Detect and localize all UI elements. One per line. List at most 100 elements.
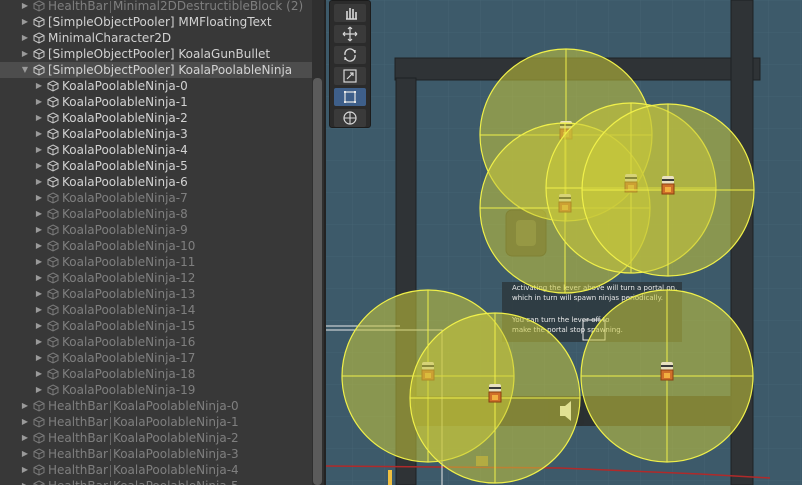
hierarchy-row[interactable]: ▼ [SimpleObjectPooler] KoalaPoolableNinja: [0, 62, 312, 78]
expand-arrow-icon[interactable]: ▶: [34, 110, 44, 126]
expand-arrow-icon[interactable]: ▶: [34, 334, 44, 350]
hierarchy-row[interactable]: ▶ HealthBar KoalaPoolableNinja-4: [0, 462, 312, 478]
scale-button[interactable]: [334, 67, 366, 85]
hierarchy-row[interactable]: ▶ KoalaPoolableNinja-12: [0, 270, 312, 286]
expand-arrow-icon[interactable]: ▶: [34, 190, 44, 206]
expand-arrow-icon[interactable]: ▶: [34, 302, 44, 318]
hierarchy-tree[interactable]: ▶ HealthBar Minimal2DDestructibleBlock (2)…: [0, 0, 312, 485]
expand-arrow-icon[interactable]: ▶: [20, 430, 30, 446]
hierarchy-row[interactable]: ▶ KoalaPoolableNinja-8: [0, 206, 312, 222]
hierarchy-row[interactable]: ▶ KoalaPoolableNinja-19: [0, 382, 312, 398]
hierarchy-row-label: KoalaPoolableNinja-13: [62, 286, 195, 302]
expand-arrow-icon[interactable]: ▶: [20, 478, 30, 485]
hierarchy-row-text: [SimpleObjectPooler] MMFloatingText: [48, 15, 272, 29]
gameobject-cube-icon: [47, 128, 59, 140]
hierarchy-row-text: KoalaPoolableNinja-3: [112, 447, 239, 461]
hierarchy-row-text: KoalaPoolableNinja-4: [112, 463, 239, 477]
hierarchy-row[interactable]: ▶ KoalaPoolableNinja-9: [0, 222, 312, 238]
expand-arrow-icon[interactable]: ▶: [34, 318, 44, 334]
hierarchy-row[interactable]: ▶ [SimpleObjectPooler] MMFloatingText: [0, 14, 312, 30]
expand-arrow-icon[interactable]: ▶: [34, 206, 44, 222]
hierarchy-row-label: KoalaPoolableNinja-10: [62, 238, 195, 254]
rect-tool-button[interactable]: [334, 88, 366, 106]
expand-arrow-icon[interactable]: ▶: [34, 350, 44, 366]
expand-arrow-open-icon[interactable]: ▼: [20, 62, 30, 78]
scene-toolbar: [329, 0, 371, 128]
gameobject-cube-icon: [47, 384, 59, 396]
rotate-button[interactable]: [334, 46, 366, 64]
expand-arrow-icon[interactable]: ▶: [34, 158, 44, 174]
hierarchy-row[interactable]: ▶ KoalaPoolableNinja-13: [0, 286, 312, 302]
hierarchy-row[interactable]: ▶ KoalaPoolableNinja-15: [0, 318, 312, 334]
expand-arrow-icon[interactable]: ▶: [34, 222, 44, 238]
expand-arrow-icon[interactable]: ▶: [34, 270, 44, 286]
expand-arrow-icon[interactable]: ▶: [34, 382, 44, 398]
expand-arrow-icon[interactable]: ▶: [34, 254, 44, 270]
move-button[interactable]: [334, 25, 366, 43]
hierarchy-row[interactable]: ▶ HealthBar Minimal2DDestructibleBlock (2): [0, 0, 312, 14]
hierarchy-row-label: KoalaPoolableNinja-1: [62, 94, 188, 110]
expand-arrow-icon[interactable]: ▶: [34, 286, 44, 302]
scene-view[interactable]: Activating the lever above will turn a p…: [326, 0, 802, 485]
hierarchy-row[interactable]: ▶ KoalaPoolableNinja-10: [0, 238, 312, 254]
hierarchy-row[interactable]: ▶ KoalaPoolableNinja-18: [0, 366, 312, 382]
expand-arrow-icon[interactable]: ▶: [34, 174, 44, 190]
hierarchy-row[interactable]: ▶ MinimalCharacter2D: [0, 30, 312, 46]
hierarchy-row-label: KoalaPoolableNinja-12: [62, 270, 195, 286]
hierarchy-scrollbar-thumb[interactable]: [313, 78, 322, 485]
ninja-sprite: [661, 176, 675, 195]
expand-arrow-icon[interactable]: ▶: [34, 78, 44, 94]
expand-arrow-icon[interactable]: ▶: [34, 238, 44, 254]
gameobject-cube-icon: [47, 288, 59, 300]
expand-arrow-icon[interactable]: ▶: [20, 398, 30, 414]
hierarchy-row-text: KoalaPoolableNinja-1: [112, 415, 239, 429]
hierarchy-row[interactable]: ▶ KoalaPoolableNinja-14: [0, 302, 312, 318]
gameobject-cube-icon: [47, 240, 59, 252]
hierarchy-row[interactable]: ▶ KoalaPoolableNinja-1: [0, 94, 312, 110]
hierarchy-row-text: KoalaPoolableNinja-9: [62, 223, 188, 237]
hierarchy-row-text: KoalaPoolableNinja-6: [62, 175, 188, 189]
hierarchy-row-text: [SimpleObjectPooler] KoalaGunBullet: [48, 47, 271, 61]
hierarchy-row-label: HealthBar KoalaPoolableNinja-5: [48, 478, 239, 485]
hierarchy-row[interactable]: ▶ HealthBar KoalaPoolableNinja-0: [0, 398, 312, 414]
expand-arrow-icon[interactable]: ▶: [20, 14, 30, 30]
scene-canvas[interactable]: Activating the lever above will turn a p…: [326, 0, 802, 485]
hierarchy-row[interactable]: ▶ KoalaPoolableNinja-6: [0, 174, 312, 190]
hierarchy-row[interactable]: ▶ HealthBar KoalaPoolableNinja-1: [0, 414, 312, 430]
gameobject-cube-icon: [47, 96, 59, 108]
expand-arrow-icon[interactable]: ▶: [34, 142, 44, 158]
hierarchy-row[interactable]: ▶ HealthBar KoalaPoolableNinja-5: [0, 478, 312, 485]
hierarchy-row[interactable]: ▶ KoalaPoolableNinja-5: [0, 158, 312, 174]
expand-arrow-icon[interactable]: ▶: [20, 0, 30, 14]
hierarchy-row[interactable]: ▶ KoalaPoolableNinja-17: [0, 350, 312, 366]
expand-arrow-icon[interactable]: ▶: [20, 414, 30, 430]
hierarchy-panel[interactable]: ▶ HealthBar Minimal2DDestructibleBlock (2)…: [0, 0, 324, 485]
hierarchy-row-text: [SimpleObjectPooler] KoalaPoolableNinja: [48, 63, 293, 77]
hierarchy-row[interactable]: ▶ KoalaPoolableNinja-7: [0, 190, 312, 206]
hierarchy-row[interactable]: ▶ KoalaPoolableNinja-3: [0, 126, 312, 142]
hierarchy-row[interactable]: ▶ KoalaPoolableNinja-0: [0, 78, 312, 94]
gameobject-cube-icon: [47, 176, 59, 188]
hierarchy-row[interactable]: ▶ KoalaPoolableNinja-2: [0, 110, 312, 126]
hierarchy-row-label: HealthBar KoalaPoolableNinja-4: [48, 462, 239, 478]
hierarchy-row-label: KoalaPoolableNinja-8: [62, 206, 188, 222]
hierarchy-row-label: HealthBar Minimal2DDestructibleBlock (2): [48, 0, 303, 14]
hierarchy-row[interactable]: ▶ [SimpleObjectPooler] KoalaGunBullet: [0, 46, 312, 62]
hierarchy-row[interactable]: ▶ HealthBar KoalaPoolableNinja-2: [0, 430, 312, 446]
hierarchy-row[interactable]: ▶ HealthBar KoalaPoolableNinja-3: [0, 446, 312, 462]
hand-button[interactable]: [334, 4, 366, 22]
expand-arrow-icon[interactable]: ▶: [34, 126, 44, 142]
prefix-separator: [109, 400, 111, 413]
hierarchy-row-label: MinimalCharacter2D: [48, 30, 171, 46]
expand-arrow-icon[interactable]: ▶: [20, 462, 30, 478]
transform-tool-button[interactable]: [334, 109, 366, 127]
expand-arrow-icon[interactable]: ▶: [20, 30, 30, 46]
expand-arrow-icon[interactable]: ▶: [20, 46, 30, 62]
hierarchy-row[interactable]: ▶ KoalaPoolableNinja-4: [0, 142, 312, 158]
expand-arrow-icon[interactable]: ▶: [20, 446, 30, 462]
hierarchy-row[interactable]: ▶ KoalaPoolableNinja-11: [0, 254, 312, 270]
expand-arrow-icon[interactable]: ▶: [34, 94, 44, 110]
hierarchy-row-label: KoalaPoolableNinja-15: [62, 318, 195, 334]
expand-arrow-icon[interactable]: ▶: [34, 366, 44, 382]
hierarchy-row[interactable]: ▶ KoalaPoolableNinja-16: [0, 334, 312, 350]
